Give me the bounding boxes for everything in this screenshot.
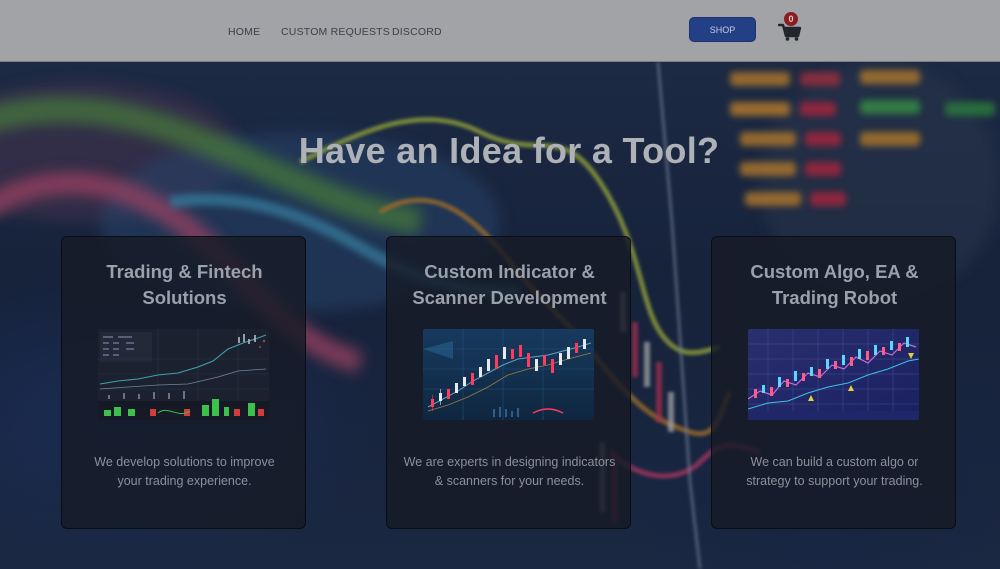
card-custom-algo-ea-robot[interactable]: Custom Algo, EA & Trading Robot We can b… <box>711 236 956 529</box>
card-custom-indicator-scanner[interactable]: Custom Indicator & Scanner Development W… <box>386 236 631 529</box>
card-title: Custom Algo, EA & Trading Robot <box>722 259 947 311</box>
nav-home-link[interactable]: HOME <box>228 26 260 38</box>
card-title-line: Trading & Fintech <box>106 261 263 282</box>
card-desc-line: We are experts in designing indicators <box>403 455 616 469</box>
card-trading-fintech[interactable]: Trading & Fintech Solutions We develop s… <box>61 236 306 529</box>
card-title: Custom Indicator & Scanner Development <box>397 259 622 311</box>
card-desc-line: & scanners for your needs. <box>434 474 585 488</box>
card-description: We can build a custom algo or strategy t… <box>724 453 945 491</box>
algo-chart-image <box>748 329 919 420</box>
hero-title: Have an Idea for a Tool? <box>298 130 720 171</box>
hero-section: Have an Idea for a Tool? Trading & Finte… <box>0 62 1000 569</box>
card-title-line: Scanner Development <box>412 287 607 308</box>
card-title: Trading & Fintech Solutions <box>72 259 297 311</box>
card-desc-line: We can build a custom algo or <box>750 455 919 469</box>
card-title-line: Custom Algo, EA & <box>750 261 919 282</box>
card-image-algo-chart <box>748 329 919 420</box>
top-navbar: HOME CUSTOM REQUESTS DISCORD SHOP 0 <box>0 0 1000 62</box>
shop-button[interactable]: SHOP <box>689 17 756 42</box>
trading-dashboard-image <box>98 329 269 420</box>
candlestick-chart-image <box>423 329 594 420</box>
card-title-line: Solutions <box>142 287 227 308</box>
nav-custom-requests-link[interactable]: CUSTOM REQUESTS <box>281 26 390 38</box>
nav-discord-link[interactable]: DISCORD <box>392 26 442 38</box>
card-image-candlestick-chart <box>423 329 594 420</box>
card-description: We are experts in designing indicators &… <box>399 453 620 491</box>
card-desc-line: your trading experience. <box>117 474 252 488</box>
card-image-trading-dashboard <box>98 329 269 420</box>
card-desc-line: strategy to support your trading. <box>746 474 923 488</box>
card-title-line: Custom Indicator & <box>424 261 595 282</box>
card-title-line: Trading Robot <box>771 287 898 308</box>
cart-count-badge: 0 <box>784 12 798 26</box>
card-desc-line: We develop solutions to improve <box>94 455 275 469</box>
card-description: We develop solutions to improve your tra… <box>74 453 295 491</box>
